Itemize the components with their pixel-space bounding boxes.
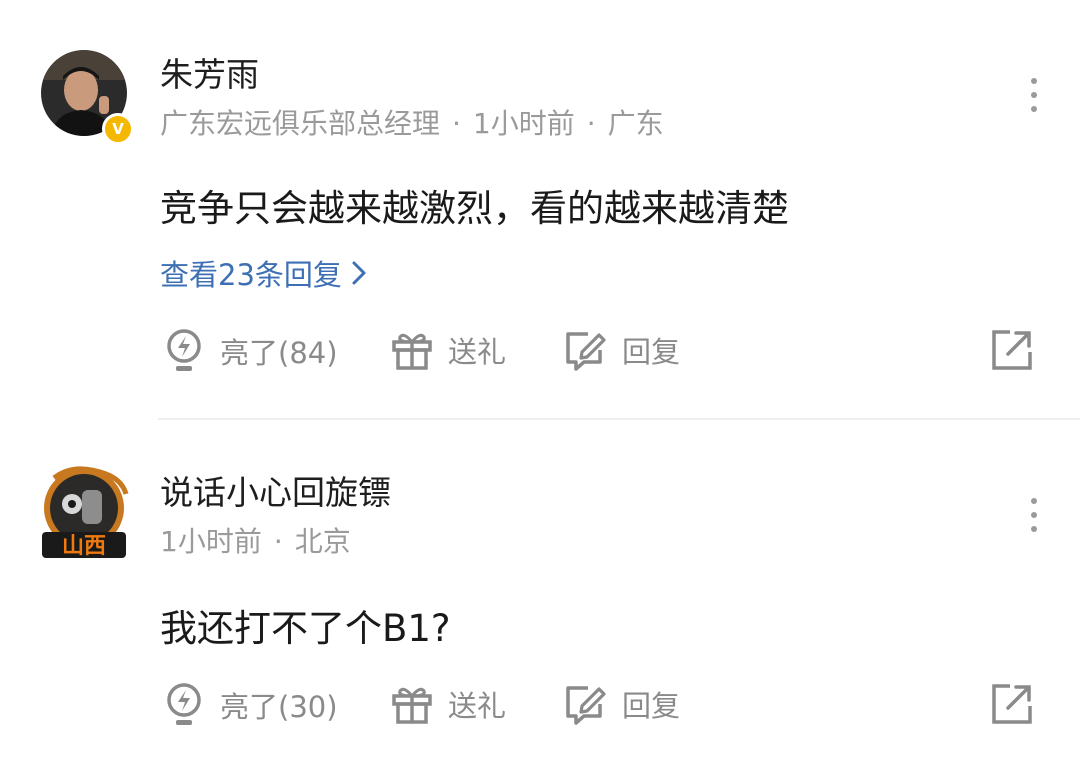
lightbulb-icon — [167, 683, 201, 725]
chevron-right-icon — [352, 261, 366, 285]
username[interactable]: 朱芳雨 — [160, 48, 259, 96]
edit-reply-icon — [566, 686, 606, 725]
avatar[interactable]: 山西 — [34, 464, 134, 564]
gift-icon — [392, 333, 432, 370]
gift-button[interactable]: 送礼 — [390, 328, 506, 372]
share-icon — [992, 684, 1032, 724]
gift-label: 送礼 — [448, 335, 507, 369]
view-replies-label: 查看23条回复 — [160, 258, 342, 292]
location: 广东 — [607, 107, 664, 140]
more-vertical-icon[interactable] — [1020, 76, 1048, 116]
meta-separator: · — [273, 525, 283, 558]
comment-item: 山西 说话小心回旋镖 1小时前 · 北京 我还打不了个B1? 亮了(30) 送礼 回… — [0, 420, 1080, 768]
gift-button[interactable]: 送礼 — [390, 682, 506, 726]
like-count: 亮了(30) — [220, 690, 338, 724]
user-title: 广东宏远俱乐部总经理 — [160, 107, 441, 140]
edit-reply-icon — [566, 332, 606, 371]
username[interactable]: 说话小心回旋镖 — [160, 466, 391, 514]
gift-icon — [392, 687, 432, 724]
gift-label: 送礼 — [448, 689, 507, 723]
comment-text: 竞争只会越来越激烈，看的越来越清楚 — [160, 187, 789, 230]
reply-button[interactable]: 回复 — [562, 682, 680, 726]
reply-label: 回复 — [622, 335, 681, 369]
like-button[interactable]: 亮了(30) — [162, 682, 338, 728]
location: 北京 — [294, 525, 351, 558]
avatar-badge-text: 山西 — [62, 534, 106, 559]
share-button[interactable] — [990, 328, 1048, 372]
comment-meta: 1小时前 · 北京 — [160, 520, 351, 560]
share-icon — [992, 330, 1032, 370]
comment-item: V 朱芳雨 广东宏远俱乐部总经理 · 1小时前 · 广东 竞争只会越来越激烈，看的越来越… — [0, 0, 1080, 418]
view-replies-link[interactable]: 查看23条回复 — [160, 252, 368, 294]
like-button[interactable]: 亮了(84) — [162, 328, 338, 374]
lightbulb-icon — [167, 329, 201, 371]
comment-meta: 广东宏远俱乐部总经理 · 1小时前 · 广东 — [160, 102, 664, 142]
share-button[interactable] — [990, 682, 1048, 726]
timestamp: 1小时前 — [472, 107, 575, 140]
meta-separator: · — [586, 107, 596, 140]
comment-text: 我还打不了个B1? — [160, 607, 451, 650]
like-count: 亮了(84) — [220, 336, 338, 370]
timestamp: 1小时前 — [160, 525, 262, 558]
reply-button[interactable]: 回复 — [562, 328, 680, 372]
reply-label: 回复 — [622, 689, 681, 723]
more-vertical-icon[interactable] — [1020, 496, 1048, 536]
meta-separator: · — [452, 107, 461, 140]
verified-badge: V — [102, 113, 134, 145]
avatar-image: 山西 — [42, 466, 129, 559]
